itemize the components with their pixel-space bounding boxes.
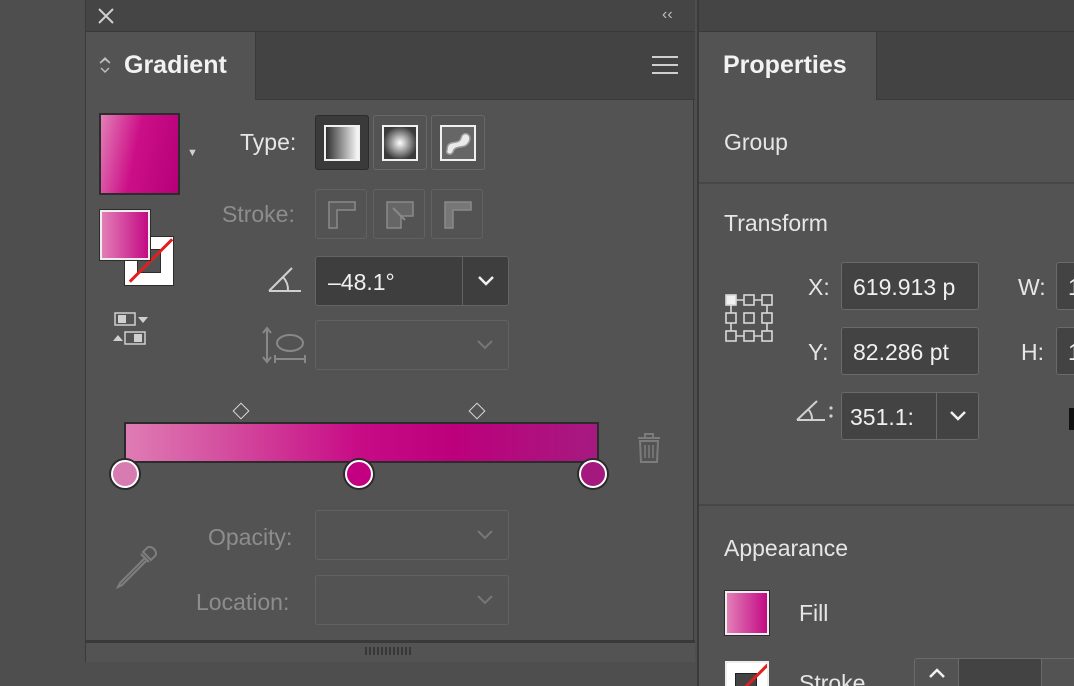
rotate-icon [796,400,833,421]
stroke-within-icon [328,201,356,229]
tab-properties[interactable]: Properties [699,32,877,100]
stroke-label: Stroke [799,670,866,686]
chevron-down-icon [477,276,494,286]
eyedropper-icon[interactable] [114,545,162,591]
grip-icon [365,647,411,655]
fill-swatch[interactable] [100,210,150,260]
collapse-panels-icon[interactable]: ‹‹ [662,6,673,24]
properties-tab-row: Properties [699,32,1074,100]
transform-section-title: Transform [724,210,828,236]
section-divider [699,182,1074,184]
opacity-dropdown[interactable] [315,510,509,560]
gradient-type-group [315,115,485,170]
w-value[interactable]: 1 [1068,274,1074,301]
fill-label: Fill [799,600,829,626]
stroke-across-button[interactable] [431,189,483,239]
gradient-panel: ‹‹ Gradient ▼ Type: Stroke: –48.1° Opaci… [85,0,695,662]
properties-tab-label: Properties [723,51,847,79]
gradient-midpoint[interactable] [468,402,486,420]
opacity-dropdown-arrow[interactable] [462,511,508,559]
type-label: Type: [240,129,297,155]
chevron-down-icon [477,340,493,350]
panel-options-toggle-icon[interactable] [99,56,111,74]
gradient-tab-label: Gradient [124,51,227,79]
appearance-fill-swatch[interactable] [725,591,769,635]
gradient-stop[interactable] [579,460,607,488]
angle-icon [268,267,301,292]
freeform-gradient-icon [440,124,476,161]
gradient-stop[interactable] [345,460,373,488]
stroke-gradient-group [315,189,483,239]
aspect-ratio-dropdown-arrow[interactable] [462,321,508,369]
angle-dropdown-arrow[interactable] [462,257,508,305]
y-label: Y: [808,339,829,365]
rotate-value[interactable]: 351.1: [850,404,914,431]
location-dropdown-arrow[interactable] [462,576,508,624]
close-icon[interactable] [96,6,116,26]
gradient-tab-row: Gradient [86,32,695,100]
tab-gradient[interactable]: Gradient [86,32,256,100]
stroke-across-icon [444,201,472,229]
stroke-weight-up-button[interactable] [915,659,959,686]
linear-gradient-button[interactable] [315,115,369,170]
gradient-midpoint[interactable] [232,402,250,420]
gradient-panel-titlebar: ‹‹ [86,0,695,32]
freeform-gradient-button[interactable] [431,115,485,170]
linear-gradient-icon [324,124,360,161]
stroke-weight-dropdown[interactable] [1041,659,1074,686]
object-type-label: Group [724,129,788,155]
aspect-ratio-icon [262,326,306,364]
gradient-stop[interactable] [111,460,139,488]
reference-point-icon[interactable] [724,293,774,343]
aspect-ratio-dropdown[interactable] [315,320,509,370]
x-label: X: [808,274,830,300]
angle-value[interactable]: –48.1° [328,269,395,296]
stroke-weight-stepper[interactable] [914,658,1074,686]
panel-resize-handle[interactable] [86,640,695,662]
stroke-within-button[interactable] [315,189,367,239]
more-options-edge [1069,408,1074,430]
opacity-label: Opacity: [208,524,293,550]
gradient-slider[interactable] [124,422,599,463]
x-field[interactable]: 619.913 p [841,262,979,310]
chevron-down-icon [949,411,966,421]
x-value[interactable]: 619.913 p [853,274,955,301]
angle-dropdown[interactable]: –48.1° [315,256,509,306]
rotate-dropdown-arrow[interactable] [936,393,978,439]
chevron-up-icon [928,668,945,678]
properties-panel: Properties Group Transform X: 619.913 p … [697,0,1074,686]
rotate-field[interactable]: 351.1: [841,392,979,440]
stroke-along-icon [386,201,414,229]
h-value[interactable]: 1 [1068,339,1074,366]
w-label: W: [1018,274,1046,300]
section-divider [699,504,1074,506]
w-field[interactable]: 1 [1056,262,1074,310]
trash-icon[interactable] [636,432,662,464]
h-label: H: [1021,339,1044,365]
y-value[interactable]: 82.286 pt [853,339,949,366]
location-dropdown[interactable] [315,575,509,625]
stroke-along-button[interactable] [373,189,425,239]
stroke-weight-field[interactable] [959,659,1041,686]
radial-gradient-button[interactable] [373,115,427,170]
y-field[interactable]: 82.286 pt [841,327,979,375]
chevron-down-icon [477,530,493,540]
gradient-swatch-dropdown-icon[interactable]: ▼ [187,147,198,159]
radial-gradient-icon [382,124,418,161]
gradient-swatch[interactable] [99,113,180,195]
appearance-stroke-swatch[interactable] [725,661,769,686]
chevron-down-icon [477,595,493,605]
properties-panel-titlebar [699,0,1074,32]
appearance-section-title: Appearance [724,535,849,561]
panel-menu-icon[interactable] [652,56,678,76]
location-label: Location: [196,589,290,615]
h-field[interactable]: 1 [1056,327,1074,375]
reverse-gradient-icon[interactable] [110,310,154,350]
stroke-label: Stroke: [222,201,295,227]
